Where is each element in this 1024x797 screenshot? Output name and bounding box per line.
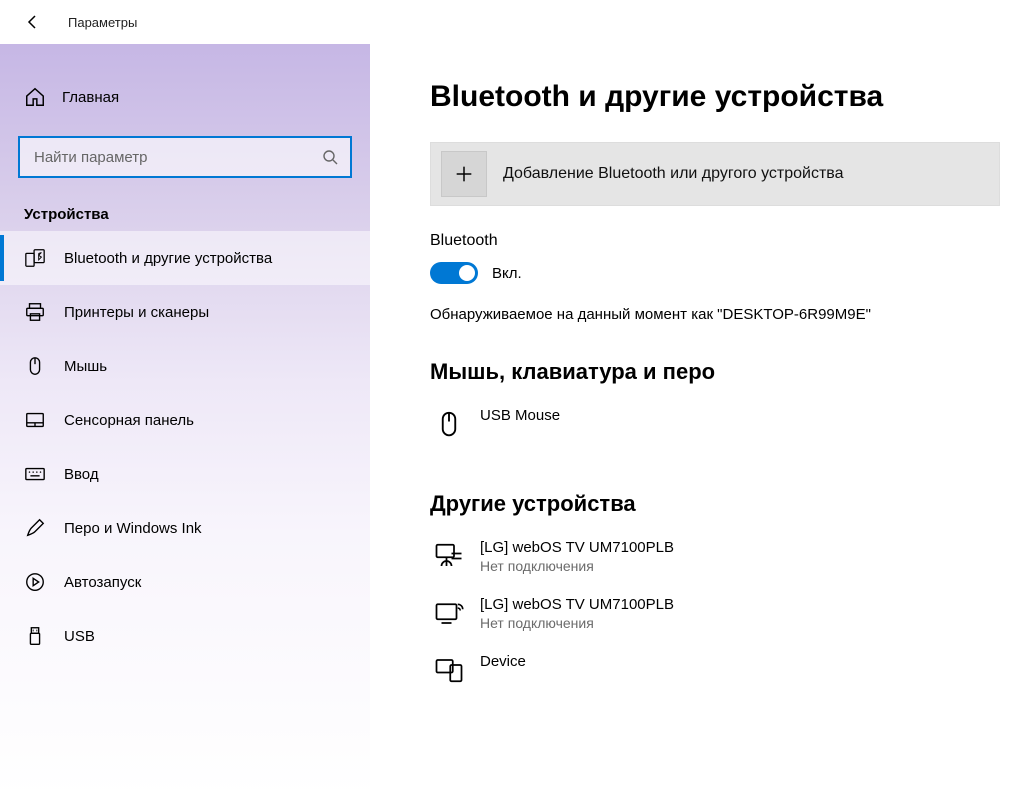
arrow-left-icon (25, 14, 41, 30)
sidebar-item-bluetooth[interactable]: Bluetooth и другие устройства (0, 231, 370, 285)
keyboard-icon (24, 463, 46, 485)
discoverable-text: Обнаруживаемое на данный момент как "DES… (430, 306, 1000, 323)
section-mouse-heading: Мышь, клавиатура и перо (430, 359, 1000, 385)
usb-icon (24, 625, 46, 647)
plus-icon (441, 151, 487, 197)
back-button[interactable] (18, 7, 48, 37)
device-status: Нет подключения (480, 558, 674, 574)
home-icon (24, 86, 46, 108)
sidebar-item-label: Принтеры и сканеры (64, 304, 209, 321)
display-wireless-icon (434, 598, 464, 628)
device-name: [LG] webOS TV UM7100PLB (480, 596, 674, 613)
device-name: Device (480, 653, 526, 670)
titlebar: Параметры (0, 0, 1024, 44)
devices-icon (434, 655, 464, 685)
device-name: [LG] webOS TV UM7100PLB (480, 539, 674, 556)
bluetooth-state: Вкл. (492, 265, 522, 282)
mouse-icon (24, 355, 46, 377)
printer-icon (24, 301, 46, 323)
sidebar-category: Устройства (0, 188, 370, 231)
autoplay-icon (24, 571, 46, 593)
mouse-icon (434, 409, 464, 439)
section-other-heading: Другие устройства (430, 491, 1000, 517)
sidebar-item-printers[interactable]: Принтеры и сканеры (0, 285, 370, 339)
sidebar-item-touchpad[interactable]: Сенсорная панель (0, 393, 370, 447)
sidebar-item-mouse[interactable]: Мышь (0, 339, 370, 393)
sidebar-home[interactable]: Главная (0, 76, 370, 118)
sidebar: Главная Устройства Bluetooth и другие ус… (0, 44, 370, 797)
device-name: USB Mouse (480, 407, 560, 424)
sidebar-item-typing[interactable]: Ввод (0, 447, 370, 501)
sidebar-item-label: Перо и Windows Ink (64, 520, 202, 537)
device-status: Нет подключения (480, 615, 674, 631)
content: Bluetooth и другие устройства Добавление… (370, 44, 1024, 797)
device-item-usb-mouse[interactable]: USB Mouse (430, 401, 1000, 445)
pen-icon (24, 517, 46, 539)
sidebar-item-label: Автозапуск (64, 574, 141, 591)
add-device-label: Добавление Bluetooth или другого устройс… (503, 165, 844, 183)
search-box[interactable] (18, 136, 352, 178)
device-item-lg-tv-1[interactable]: [LG] webOS TV UM7100PLB Нет подключения (430, 533, 1000, 580)
bluetooth-label: Bluetooth (430, 232, 1000, 250)
device-item-lg-tv-2[interactable]: [LG] webOS TV UM7100PLB Нет подключения (430, 590, 1000, 637)
sidebar-item-label: Ввод (64, 466, 99, 483)
bluetooth-device-icon (24, 247, 46, 269)
sidebar-item-autoplay[interactable]: Автозапуск (0, 555, 370, 609)
search-icon (322, 149, 338, 165)
search-input[interactable] (32, 148, 312, 167)
touchpad-icon (24, 409, 46, 431)
device-item-generic[interactable]: Device (430, 647, 1000, 691)
sidebar-item-usb[interactable]: USB (0, 609, 370, 663)
bluetooth-toggle[interactable] (430, 262, 478, 284)
sidebar-item-label: Мышь (64, 358, 107, 375)
sidebar-item-pen[interactable]: Перо и Windows Ink (0, 501, 370, 555)
add-device-button[interactable]: Добавление Bluetooth или другого устройс… (430, 142, 1000, 206)
sidebar-item-label: Bluetooth и другие устройства (64, 250, 272, 267)
page-title: Bluetooth и другие устройства (430, 80, 1000, 114)
sidebar-item-label: Сенсорная панель (64, 412, 194, 429)
sidebar-item-label: USB (64, 628, 95, 645)
media-device-icon (434, 541, 464, 571)
window-title: Параметры (68, 15, 137, 30)
sidebar-nav: Bluetooth и другие устройства Принтеры и… (0, 231, 370, 663)
sidebar-home-label: Главная (62, 89, 119, 106)
